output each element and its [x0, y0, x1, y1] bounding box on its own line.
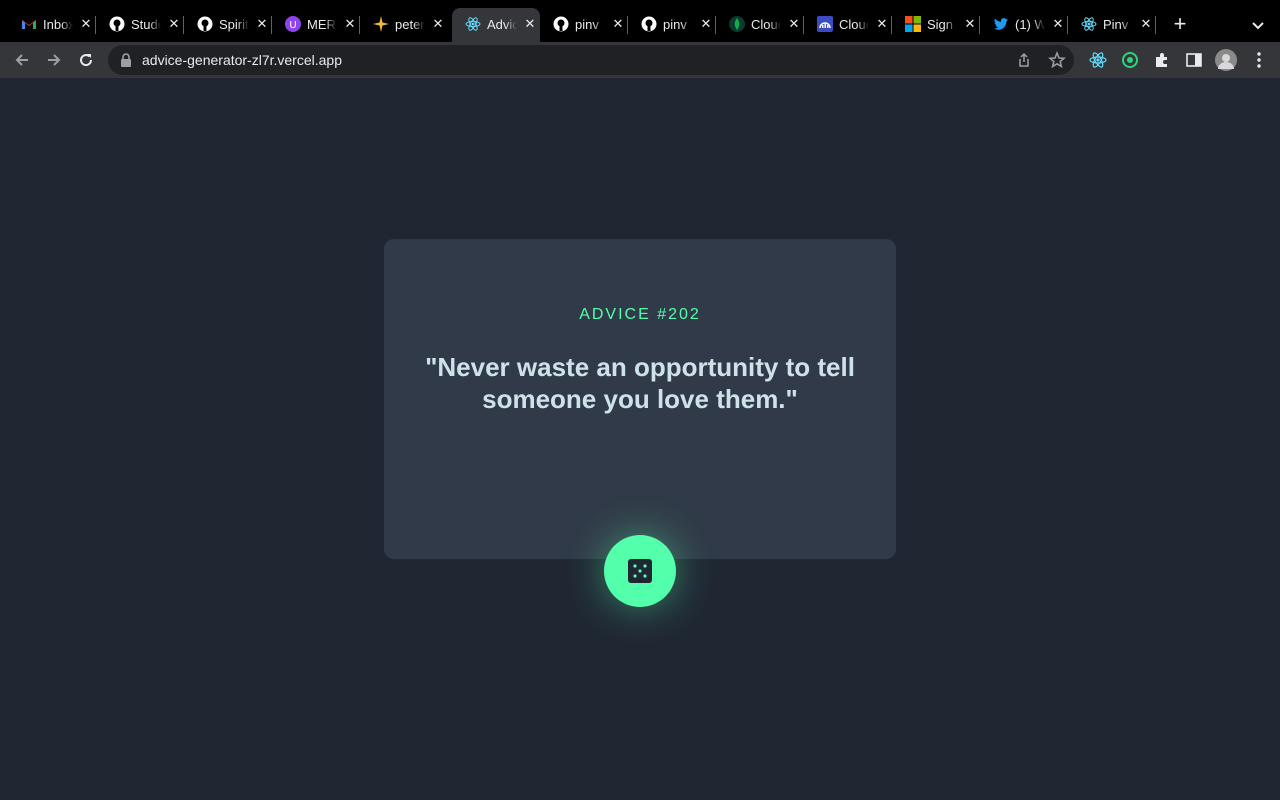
reload-button[interactable]: [74, 48, 98, 72]
tab-title: Advice: [487, 17, 517, 33]
tab-separator: [1155, 16, 1156, 34]
side-panel-button[interactable]: [1184, 50, 1204, 70]
react-devtools-extension[interactable]: [1088, 50, 1108, 70]
tab-9[interactable]: Cloud ✕: [716, 8, 804, 42]
dice-icon: [628, 559, 652, 583]
tab-6[interactable]: Advice ✕: [452, 8, 540, 42]
tab-title: Student: [131, 17, 161, 33]
cloud-service-icon: [817, 16, 833, 32]
tab-12[interactable]: (1) W ✕: [980, 8, 1068, 42]
arrow-left-icon: [15, 54, 28, 66]
tab-close-button[interactable]: ✕: [1050, 16, 1066, 32]
tab-close-button[interactable]: ✕: [342, 16, 358, 32]
github-icon: [197, 16, 213, 32]
github-icon: [641, 16, 657, 32]
tab-title: Inbox: [43, 17, 73, 33]
advice-card: ADVICE #202 "Never waste an opportunity …: [384, 239, 896, 559]
tab-title: MERN: [307, 17, 337, 33]
profile-avatar[interactable]: [1215, 49, 1237, 71]
back-button[interactable]: [10, 48, 34, 72]
advice-quote: "Never waste an opportunity to tell some…: [425, 352, 855, 414]
tab-10[interactable]: Cloud ✕: [804, 8, 892, 42]
react-icon: [1089, 52, 1107, 68]
address-bar[interactable]: advice-generator-zl7r.vercel.app: [108, 45, 1074, 75]
tab-close-button[interactable]: ✕: [166, 16, 182, 32]
tab-7[interactable]: pinv ✕: [540, 8, 628, 42]
bookmark-star-icon[interactable]: [1048, 51, 1066, 69]
react-icon: [1081, 16, 1097, 32]
tab-close-button[interactable]: ✕: [254, 16, 270, 32]
chevron-down-icon: [1252, 22, 1264, 30]
tab-close-button[interactable]: ✕: [430, 16, 446, 32]
react-icon: [465, 16, 481, 32]
tab-title: pinv: [663, 17, 693, 33]
gmail-icon: [21, 16, 37, 32]
tab-close-button[interactable]: ✕: [610, 16, 626, 32]
reload-icon: [80, 54, 93, 67]
tab-close-button[interactable]: ✕: [698, 16, 714, 32]
sparkle-icon: [373, 16, 389, 32]
tab-close-button[interactable]: ✕: [78, 16, 94, 32]
tab-title: pinv: [575, 17, 605, 33]
advice-id-label: ADVICE #202: [579, 306, 701, 323]
lock-icon: [121, 53, 131, 67]
svg-text:U: U: [289, 20, 296, 31]
arrow-right-icon: [48, 54, 61, 66]
github-icon: [109, 16, 125, 32]
mongodb-leaf-icon: [729, 16, 745, 32]
tab-title: Spirit: [219, 17, 249, 33]
tab-close-button[interactable]: ✕: [1138, 16, 1154, 32]
tab-title: peter: [395, 17, 425, 33]
puzzle-icon: [1156, 53, 1167, 67]
extensions-button[interactable]: [1152, 50, 1172, 70]
tab-13[interactable]: Pinv ✕: [1068, 8, 1156, 42]
microsoft-icon: [905, 16, 921, 32]
tab-close-button[interactable]: ✕: [962, 16, 978, 32]
tab-title: Cloud: [839, 17, 869, 33]
tab-title: Sign: [927, 17, 957, 33]
tab-close-button[interactable]: ✕: [874, 16, 890, 32]
tab-5[interactable]: peter ✕: [360, 8, 448, 42]
new-tab-button[interactable]: +: [1168, 13, 1192, 37]
avatar-icon: [1218, 54, 1234, 69]
ring-icon: [1122, 52, 1138, 68]
side-panel-icon: [1186, 53, 1202, 67]
divider: [432, 473, 848, 489]
github-icon: [553, 16, 569, 32]
browser-menu-button[interactable]: [1249, 50, 1269, 70]
tab-title: Cloud: [751, 17, 781, 33]
tab-title: (1) W: [1015, 17, 1045, 33]
advice-page: ADVICE #202 "Never waste an opportunity …: [0, 78, 1280, 800]
tab-4[interactable]: U MERN ✕: [272, 8, 360, 42]
tab-close-button[interactable]: ✕: [522, 16, 538, 32]
tab-1[interactable]: Inbox ✕: [8, 8, 96, 42]
share-icon[interactable]: [1016, 52, 1032, 68]
tab-title: Pinv: [1103, 17, 1133, 33]
forward-button[interactable]: [42, 48, 66, 72]
tab-search-button[interactable]: [1248, 15, 1268, 35]
green-ring-extension[interactable]: [1120, 50, 1140, 70]
tab-11[interactable]: Sign ✕: [892, 8, 980, 42]
url-text: advice-generator-zl7r.vercel.app: [142, 52, 342, 68]
tab-8[interactable]: pinv ✕: [628, 8, 716, 42]
new-advice-button[interactable]: [604, 535, 676, 607]
tab-close-button[interactable]: ✕: [786, 16, 802, 32]
tab-strip: + Inbox✕Student✕Spirit✕UMERN✕peter✕Advic…: [0, 0, 1280, 42]
twitter-icon: [993, 16, 1009, 32]
kebab-menu-icon: [1257, 52, 1261, 68]
tab-3[interactable]: Spirit ✕: [184, 8, 272, 42]
extension-purple-icon: U: [285, 16, 301, 32]
tab-2[interactable]: Student ✕: [96, 8, 184, 42]
browser-toolbar: advice-generator-zl7r.vercel.app: [0, 42, 1280, 78]
